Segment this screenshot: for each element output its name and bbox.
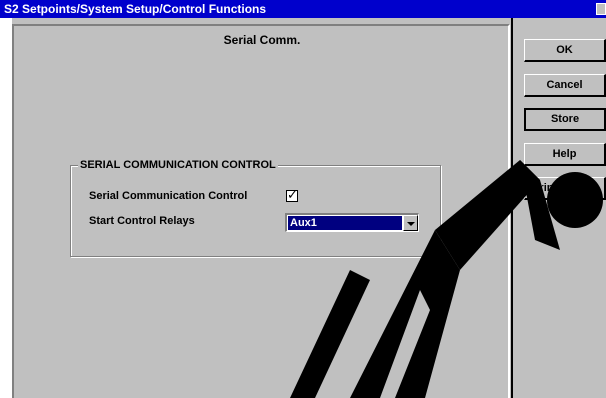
serial-communication-control-checkbox[interactable]: ✓ (286, 187, 298, 202)
panel-heading: Serial Comm. (223, 33, 301, 47)
panel-divider (511, 18, 513, 398)
start-control-relays-dropdown[interactable]: Aux1 (285, 213, 419, 232)
checkmark-icon: ✓ (287, 187, 298, 202)
ok-button[interactable]: OK (524, 39, 606, 62)
start-control-relays-label: Start Control Relays (89, 215, 195, 227)
left-frame-edge (0, 18, 12, 398)
print-screen-button[interactable]: Print Screen (524, 177, 606, 200)
dropdown-selected-value: Aux1 (288, 216, 402, 230)
dropdown-arrow-button[interactable] (403, 215, 418, 231)
serial-communication-groupbox (70, 165, 441, 257)
title-bar: S2 Setpoints/System Setup/Control Functi… (0, 0, 606, 18)
cancel-button[interactable]: Cancel (524, 74, 606, 97)
chevron-down-icon (407, 222, 415, 226)
groupbox-legend: SERIAL COMMUNICATION CONTROL (78, 159, 278, 171)
window-title: S2 Setpoints/System Setup/Control Functi… (4, 2, 267, 16)
store-button[interactable]: Store (524, 108, 606, 131)
serial-communication-control-label: Serial Communication Control (89, 190, 248, 202)
help-button[interactable]: Help (524, 143, 606, 166)
window-control-button[interactable] (596, 3, 606, 15)
